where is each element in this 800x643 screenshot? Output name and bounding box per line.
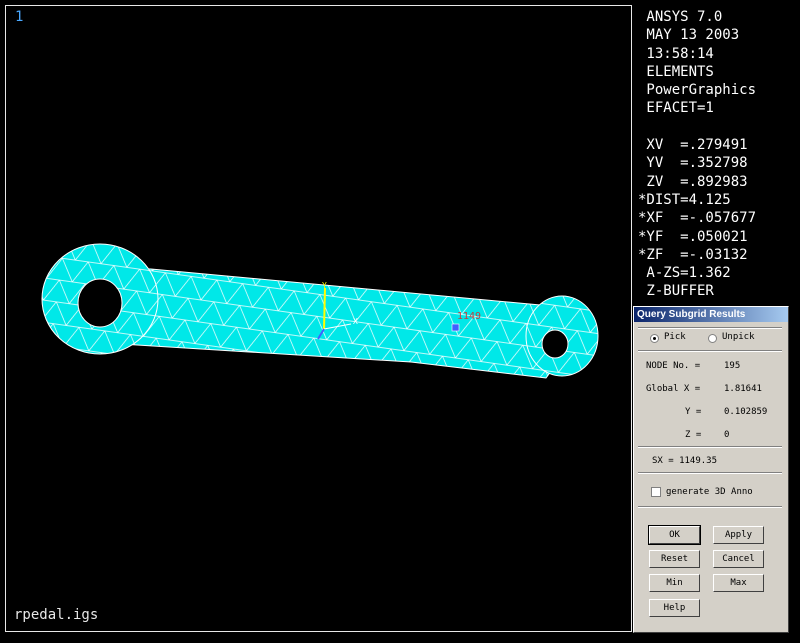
divider	[638, 472, 782, 474]
y-value: 0.102859	[724, 407, 768, 417]
cancel-button[interactable]: Cancel	[713, 550, 764, 568]
divider	[638, 446, 782, 448]
divider	[638, 506, 782, 508]
divider	[638, 327, 782, 329]
help-button[interactable]: Help	[649, 599, 700, 617]
unpick-radio[interactable]	[708, 334, 717, 343]
info-line: ANSYS 7.0	[638, 9, 723, 25]
pedal-mesh-model[interactable]: Y X 1149	[6, 6, 631, 631]
file-name: rpedal.igs	[14, 607, 99, 623]
query-subgrid-dialog: Query Subgrid Results Pick Unpick NODE N…	[633, 306, 789, 633]
generate-3d-anno-checkbox[interactable]	[651, 487, 661, 497]
z-label: Z =	[685, 430, 702, 440]
sx-result: SX = 1149.35	[652, 456, 718, 466]
global-x-value: 1.81641	[724, 384, 762, 394]
node-number-value: 195	[724, 361, 741, 371]
generate-3d-anno-label: generate 3D Anno	[666, 487, 753, 497]
triad-x-label: X	[353, 317, 358, 326]
min-button[interactable]: Min	[649, 574, 700, 592]
unpick-label: Unpick	[722, 332, 755, 342]
pick-radio[interactable]	[650, 334, 659, 343]
max-button[interactable]: Max	[713, 574, 764, 592]
info-line: MAY 13 2003	[638, 27, 740, 44]
reset-button[interactable]: Reset	[649, 550, 700, 568]
pick-label: Pick	[664, 332, 686, 342]
info-line: PowerGraphics	[638, 82, 757, 99]
info-line: ZV =.892983	[638, 173, 748, 190]
z-value: 0	[724, 430, 730, 440]
info-line: A-ZS=1.362	[638, 265, 731, 282]
info-line: Z-BUFFER	[638, 283, 714, 300]
apply-button[interactable]: Apply	[713, 526, 764, 544]
info-line: EFACET=1	[638, 100, 714, 117]
info-line: *DIST=4.125	[638, 191, 731, 208]
info-line: *YF =.050021	[638, 228, 748, 245]
node-label: 1149	[457, 311, 481, 322]
divider	[638, 350, 782, 352]
info-line: YV =.352798	[638, 155, 748, 172]
ok-button[interactable]: OK	[648, 525, 701, 545]
global-x-label: Global X =	[646, 384, 701, 394]
info-line: 13:58:14	[638, 45, 714, 62]
info-line: *ZF =-.03132	[638, 246, 748, 263]
info-line: ELEMENTS	[638, 63, 714, 80]
pedal-body	[41, 243, 599, 379]
triad-y-label: Y	[322, 281, 327, 290]
node-number-label: NODE No. =	[646, 361, 701, 371]
info-line: XV =.279491	[638, 137, 748, 154]
graphics-viewport[interactable]: Y X 1149 1 rpedal.igs	[5, 5, 632, 632]
dialog-title-bar[interactable]: Query Subgrid Results	[634, 307, 788, 322]
y-label: Y =	[685, 407, 702, 417]
info-line: *XF =-.057677	[638, 210, 757, 227]
window-number: 1	[15, 9, 24, 25]
status-info-panel: ANSYS 7.0 MAY 13 2003 13:58:14 ELEMENTS …	[638, 8, 756, 301]
info-line	[638, 118, 756, 136]
